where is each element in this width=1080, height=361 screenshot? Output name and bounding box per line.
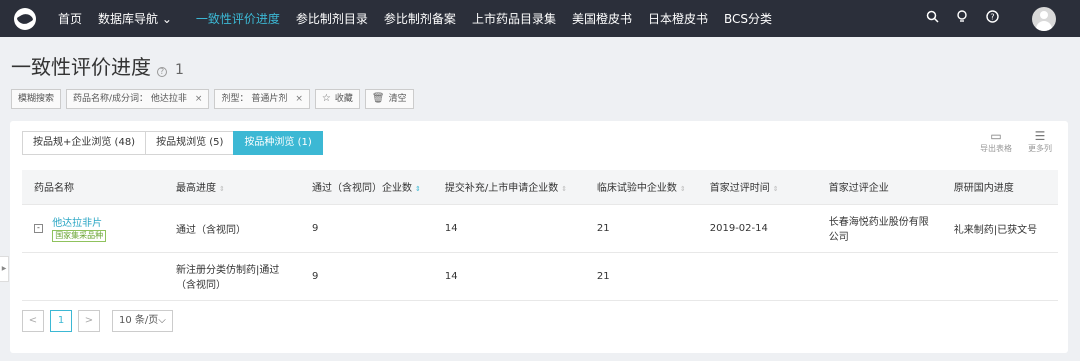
- favorite-label: 收藏: [334, 94, 353, 104]
- sort-icon[interactable]: ⇕: [561, 185, 567, 193]
- nav-reference-filing[interactable]: 参比制剂备案: [384, 10, 456, 27]
- more-columns-button[interactable]: ☰ 更多列: [1022, 129, 1058, 154]
- help-icon[interactable]: ?: [984, 10, 1000, 27]
- avatar[interactable]: [1032, 6, 1056, 31]
- favorite-button[interactable]: ☆ 收藏: [314, 89, 360, 109]
- clinical-count-link[interactable]: 21: [584, 204, 698, 253]
- trash-icon: 🗑: [371, 93, 385, 104]
- more-columns-label: 更多列: [1028, 144, 1052, 153]
- col-submitted-count[interactable]: 提交补充/上市申请企业数 ⇕: [432, 170, 585, 205]
- passed-count-link[interactable]: 9: [300, 204, 433, 253]
- nav-us-orange-book[interactable]: 美国橙皮书: [572, 10, 632, 27]
- nav-database-nav[interactable]: 数据库导航 ⌄: [98, 10, 172, 27]
- list-icon: ☰: [1034, 129, 1046, 143]
- lightbulb-icon[interactable]: [954, 10, 970, 27]
- highest-progress-cell: 新注册分类仿制药|通过（含视同）: [164, 252, 300, 301]
- sort-icon[interactable]: ⇕: [773, 185, 779, 193]
- col-clinical-count[interactable]: 临床试验中企业数 ⇕: [584, 170, 698, 205]
- result-count: 1: [175, 62, 184, 78]
- title-help-icon[interactable]: ?: [157, 67, 167, 77]
- col-first-pass-time[interactable]: 首家过评时间 ⇕: [697, 170, 817, 205]
- clinical-count-link[interactable]: 21: [584, 252, 698, 301]
- table-row: 新注册分类仿制药|通过（含视同） 9 14 21: [22, 252, 1058, 301]
- filter-chip-dosage-form: 剂型： 普通片剂 ×: [214, 89, 310, 109]
- side-panel-handle[interactable]: ▶: [0, 256, 9, 282]
- nav-jp-orange-book[interactable]: 日本橙皮书: [648, 10, 708, 27]
- collective-procurement-badge: 国家集采品种: [52, 230, 107, 242]
- highest-progress-cell: 通过（含视同）: [164, 204, 300, 253]
- close-icon[interactable]: ×: [195, 90, 203, 108]
- first-pass-company-link[interactable]: 长春海悦药业股份有限公司: [816, 204, 942, 253]
- nav-listed-drugs[interactable]: 上市药品目录集: [472, 10, 556, 27]
- col-drug-name: 药品名称: [22, 170, 164, 205]
- export-icon: ▭: [990, 129, 1002, 143]
- clear-label: 清空: [388, 94, 407, 104]
- fuzzy-search-label: 模糊搜索: [18, 94, 55, 104]
- export-label: 导出表格: [980, 144, 1012, 153]
- tab-by-variety[interactable]: 按品种浏览 (1): [233, 131, 323, 155]
- filter-chip-label: 剂型： 普通片剂: [221, 94, 288, 104]
- col-highest-progress[interactable]: 最高进度 ⇕: [164, 170, 300, 205]
- tab-by-spec[interactable]: 按品规浏览 (5): [145, 131, 235, 155]
- fuzzy-search-button[interactable]: 模糊搜索: [11, 89, 62, 109]
- logo[interactable]: [14, 7, 36, 30]
- nav-bcs[interactable]: BCS分类: [724, 10, 772, 27]
- search-icon[interactable]: [924, 10, 940, 27]
- next-page-button[interactable]: >: [78, 310, 100, 332]
- filter-chip-label: 药品名称/成分词： 他达拉非: [73, 94, 187, 104]
- sort-icon[interactable]: ⇕: [415, 185, 421, 193]
- top-nav-bar: 首页 数据库导航 ⌄ 一致性评价进度 参比制剂目录 参比制剂备案 上市药品目录集…: [0, 0, 1080, 37]
- svg-text:?: ?: [990, 13, 994, 22]
- nav-reference-catalog[interactable]: 参比制剂目录: [296, 10, 368, 27]
- results-card: 按品规+企业浏览 (48) 按品规浏览 (5) 按品种浏览 (1) ▭ 导出表格…: [10, 121, 1068, 353]
- first-pass-time-link[interactable]: 2019-02-14: [697, 204, 817, 253]
- filter-chip-drug-name: 药品名称/成分词： 他达拉非 ×: [66, 89, 210, 109]
- table-row: - 他达拉非片 国家集采品种 通过（含视同） 9 14 21 2019-02-1…: [22, 204, 1058, 253]
- sort-icon[interactable]: ⇕: [219, 185, 225, 193]
- collapse-toggle[interactable]: -: [34, 223, 43, 233]
- nav-consistency-progress[interactable]: 一致性评价进度: [196, 10, 280, 27]
- submitted-count-link[interactable]: 14: [432, 252, 585, 301]
- page-1-button[interactable]: 1: [50, 310, 72, 332]
- col-passed-count[interactable]: 通过（含视同）企业数 ⇕: [300, 170, 433, 205]
- passed-count-link[interactable]: 9: [300, 252, 433, 301]
- results-table: 药品名称 最高进度 ⇕ 通过（含视同）企业数 ⇕ 提交补充/上市申请企业数 ⇕ 临床试…: [22, 170, 1058, 301]
- sort-icon[interactable]: ⇕: [680, 185, 686, 193]
- page-title: 一致性评价进度: [11, 55, 151, 79]
- drug-name-link[interactable]: 他达拉非片: [52, 218, 102, 229]
- star-icon: ☆: [321, 93, 331, 104]
- original-progress-link[interactable]: 礼来制药|已获文号: [941, 204, 1058, 253]
- submitted-count-link[interactable]: 14: [432, 204, 585, 253]
- col-first-pass-company: 首家过评企业: [816, 170, 942, 205]
- col-original-progress: 原研国内进度: [941, 170, 1058, 205]
- export-table-button[interactable]: ▭ 导出表格: [978, 129, 1014, 154]
- close-icon[interactable]: ×: [295, 90, 303, 108]
- nav-home[interactable]: 首页: [58, 10, 82, 27]
- page-size-select[interactable]: 10 条/页⌵: [112, 310, 173, 332]
- prev-page-button[interactable]: <: [22, 310, 44, 332]
- pagination: < 1 > 10 条/页⌵: [22, 310, 173, 332]
- tab-by-spec-company[interactable]: 按品规+企业浏览 (48): [22, 131, 147, 155]
- clear-button[interactable]: 🗑 清空: [364, 89, 414, 109]
